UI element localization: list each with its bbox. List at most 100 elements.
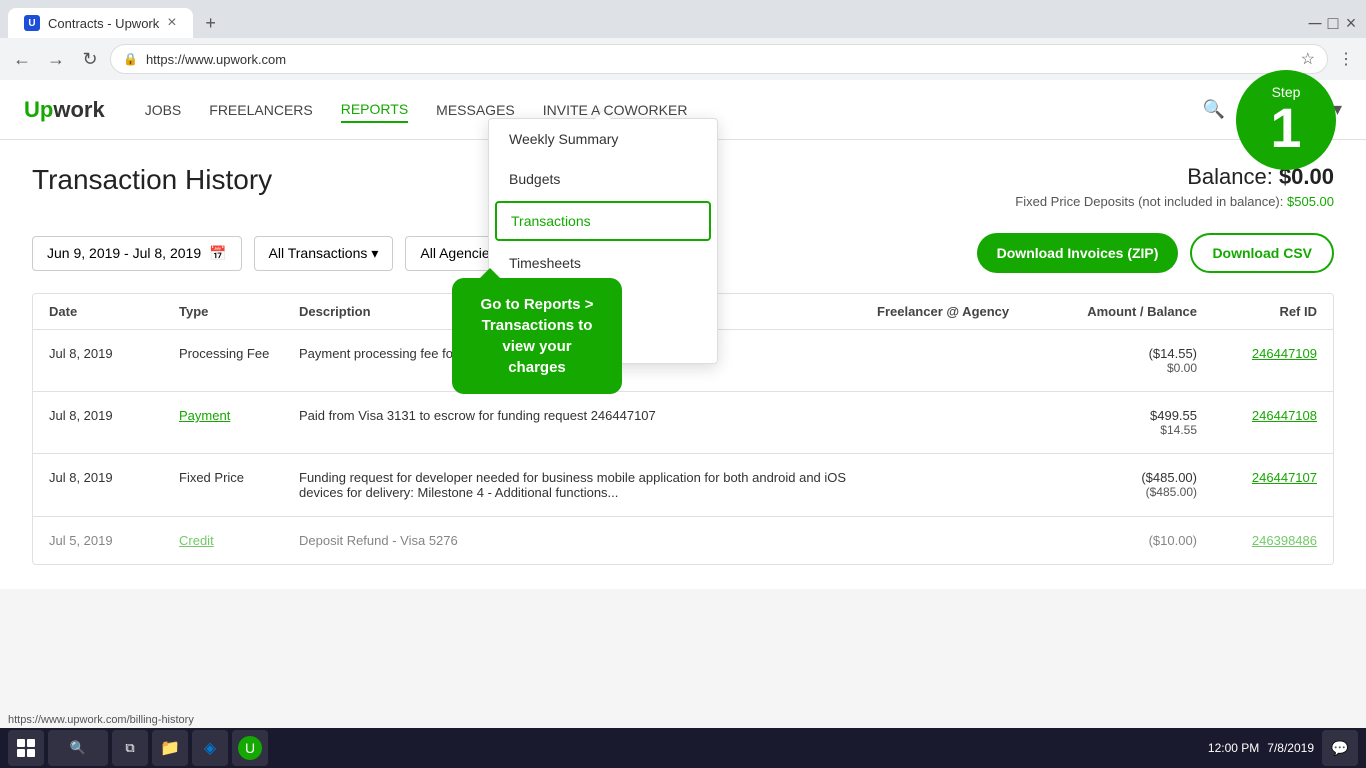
tooltip-bubble: Go to Reports > Transactions to view you…: [452, 278, 622, 394]
fixed-price-label: Fixed Price Deposits (not included in ba…: [1015, 194, 1283, 209]
bookmark-icon[interactable]: ☆: [1301, 49, 1315, 69]
row4-amount-val: ($10.00): [1057, 533, 1197, 548]
browser-tab[interactable]: U Contracts - Upwork ×: [8, 8, 193, 38]
upwork-taskbar-icon: U: [238, 736, 262, 760]
all-transactions-filter[interactable]: All Transactions ▾: [254, 236, 394, 271]
page-title: Transaction History: [32, 164, 272, 196]
browser-chrome: U Contracts - Upwork × + ─ □ × ← → ↻ 🔒 h…: [0, 0, 1366, 80]
date-range-text: Jun 9, 2019 - Jul 8, 2019: [47, 245, 201, 261]
notifications-taskbar-button[interactable]: 💬: [1322, 730, 1358, 766]
calendar-icon: 📅: [209, 245, 226, 262]
download-invoices-button[interactable]: Download Invoices (ZIP): [977, 233, 1179, 273]
upwork-logo[interactable]: Upwork: [24, 97, 105, 123]
taskbar: 🔍 ⧉ 📁 ◈ U 12:00 PM 7/8/2019 💬: [0, 728, 1366, 768]
filter-dropdown-icon: ▾: [371, 245, 378, 262]
browser-title-bar: U Contracts - Upwork × + ─ □ ×: [0, 0, 1366, 38]
row1-ref[interactable]: 246447109: [1197, 346, 1317, 361]
row2-ref[interactable]: 246447108: [1197, 408, 1317, 423]
fixed-price-amount: $505.00: [1287, 194, 1334, 209]
nav-freelancers[interactable]: FREELANCERS: [209, 98, 312, 122]
minimize-button[interactable]: ─: [1308, 16, 1322, 30]
row2-description: Paid from Visa 3131 to escrow for fundin…: [299, 408, 877, 423]
back-button[interactable]: ←: [8, 45, 36, 73]
status-url: https://www.upwork.com/billing-history: [8, 714, 194, 726]
table-row: Jul 5, 2019 Credit Deposit Refund - Visa…: [33, 517, 1333, 564]
windows-icon: [16, 738, 36, 758]
row3-amount: ($485.00) ($485.00): [1057, 470, 1197, 499]
task-view-icon: ⧉: [125, 740, 134, 756]
close-button[interactable]: ×: [1344, 16, 1358, 30]
row3-description: Funding request for developer needed for…: [299, 470, 877, 500]
row2-date: Jul 8, 2019: [49, 408, 179, 423]
upwork-taskbar-button[interactable]: U: [232, 730, 268, 766]
row2-amount-val: $499.55: [1057, 408, 1197, 423]
url-text: https://www.upwork.com: [146, 52, 286, 67]
date-range-picker[interactable]: Jun 9, 2019 - Jul 8, 2019 📅: [32, 236, 242, 271]
row4-description: Deposit Refund - Visa 5276: [299, 533, 877, 548]
reload-button[interactable]: ↻: [76, 45, 104, 73]
taskbar-time: 12:00 PM: [1208, 741, 1259, 755]
browser-toolbar: ← → ↻ 🔒 https://www.upwork.com ☆ ⋮: [0, 38, 1366, 80]
file-explorer-button[interactable]: 📁: [152, 730, 188, 766]
dropdown-transactions[interactable]: Transactions: [495, 201, 711, 241]
th-freelancer: Freelancer @ Agency: [877, 304, 1057, 319]
tooltip-tail: [480, 268, 500, 278]
maximize-button[interactable]: □: [1326, 16, 1340, 30]
th-type: Type: [179, 304, 299, 319]
download-buttons: Download Invoices (ZIP) Download CSV: [977, 233, 1334, 273]
row4-date: Jul 5, 2019: [49, 533, 179, 548]
step-number: 1: [1270, 100, 1301, 156]
th-amount: Amount / Balance: [1057, 304, 1197, 319]
logo-work: work: [53, 97, 104, 122]
table-row: Jul 8, 2019 Fixed Price Funding request …: [33, 454, 1333, 517]
dropdown-weekly-summary[interactable]: Weekly Summary: [489, 119, 717, 159]
start-button[interactable]: [8, 730, 44, 766]
search-taskbar-button[interactable]: 🔍: [48, 730, 108, 766]
row3-date: Jul 8, 2019: [49, 470, 179, 485]
dropdown-budgets[interactable]: Budgets: [489, 159, 717, 199]
row1-amount-val: ($14.55): [1057, 346, 1197, 361]
row3-balance-val: ($485.00): [1057, 485, 1197, 499]
tab-favicon: U: [24, 15, 40, 31]
th-date: Date: [49, 304, 179, 319]
address-bar[interactable]: 🔒 https://www.upwork.com ☆: [110, 44, 1328, 74]
row1-balance-val: $0.00: [1057, 361, 1197, 375]
nav-jobs[interactable]: JOBS: [145, 98, 182, 122]
tooltip-text: Go to Reports > Transactions to view you…: [481, 296, 594, 376]
status-bar: https://www.upwork.com/billing-history: [0, 712, 300, 728]
new-tab-button[interactable]: +: [197, 9, 225, 37]
row3-type: Fixed Price: [179, 470, 299, 485]
row1-date: Jul 8, 2019: [49, 346, 179, 361]
task-view-button[interactable]: ⧉: [112, 730, 148, 766]
table-row: Jul 8, 2019 Payment Paid from Visa 3131 …: [33, 392, 1333, 454]
row3-ref[interactable]: 246447107: [1197, 470, 1317, 485]
row3-amount-val: ($485.00): [1057, 470, 1197, 485]
row2-amount: $499.55 $14.55: [1057, 408, 1197, 437]
row4-type[interactable]: Credit: [179, 533, 299, 548]
balance-info: Balance: $0.00 Fixed Price Deposits (not…: [1015, 164, 1334, 209]
row1-type: Processing Fee: [179, 346, 299, 361]
row4-amount: ($10.00): [1057, 533, 1197, 548]
search-button[interactable]: 🔍: [1203, 99, 1225, 120]
all-transactions-label: All Transactions: [269, 245, 368, 261]
row4-ref[interactable]: 246398486: [1197, 533, 1317, 548]
balance-label: Balance:: [1187, 164, 1273, 189]
download-csv-button[interactable]: Download CSV: [1190, 233, 1334, 273]
edge-button[interactable]: ◈: [192, 730, 228, 766]
step-badge: Step 1: [1236, 70, 1336, 170]
notifications-taskbar-icon: 💬: [1331, 740, 1348, 757]
nav-reports[interactable]: REPORTS: [341, 97, 408, 123]
edge-icon: ◈: [204, 738, 216, 758]
taskbar-right: 12:00 PM 7/8/2019 💬: [1208, 730, 1358, 766]
tab-close-button[interactable]: ×: [167, 14, 176, 32]
row2-type[interactable]: Payment: [179, 408, 299, 423]
extensions-button[interactable]: ⋮: [1334, 47, 1358, 71]
forward-button[interactable]: →: [42, 45, 70, 73]
th-ref: Ref ID: [1197, 304, 1317, 319]
window-controls: ─ □ ×: [1308, 16, 1358, 30]
taskbar-date: 7/8/2019: [1267, 741, 1314, 755]
lock-icon: 🔒: [123, 52, 138, 66]
dropdown-timesheets[interactable]: Timesheets: [489, 243, 717, 283]
file-explorer-icon: 📁: [160, 738, 180, 758]
search-taskbar-label: 🔍: [70, 740, 86, 756]
